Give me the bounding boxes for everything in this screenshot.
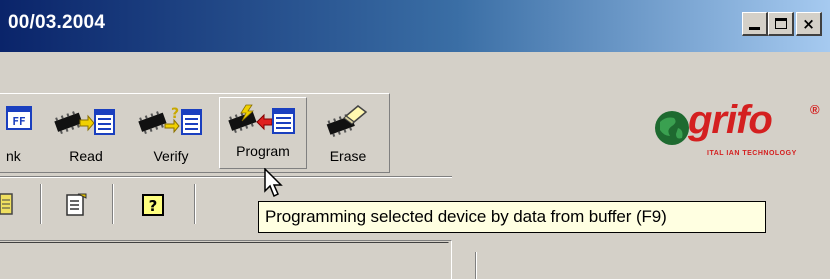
menu-bar (0, 52, 830, 90)
main-toolbar: FF nk Read ? Verify Program Erase (0, 93, 390, 173)
program-button[interactable]: Program (219, 97, 307, 169)
svg-text:?: ? (149, 197, 158, 215)
close-button[interactable]: × (796, 12, 822, 36)
panel-divider (475, 252, 477, 279)
bottom-panel-inner (0, 242, 449, 279)
grifo-logo: grifo ® ITAL IAN TECHNOLOGY (650, 98, 830, 170)
erase-button[interactable]: Erase (320, 100, 376, 170)
bottom-panel (0, 240, 452, 279)
logo-text: grifo (688, 98, 773, 142)
verify-button-label: Verify (153, 148, 189, 164)
caption-buttons: × (742, 12, 822, 36)
erase-button-label: Erase (329, 148, 367, 164)
verify-chip-icon: ? (138, 106, 202, 135)
close-icon: × (802, 14, 815, 33)
logo-registered: ® (810, 102, 820, 117)
minimize-button[interactable] (742, 12, 768, 36)
maximize-icon (774, 18, 787, 29)
svg-text:?: ? (171, 106, 179, 122)
edit-icon[interactable] (64, 192, 90, 218)
buffer-icon[interactable] (0, 192, 14, 216)
program-button-label: Program (236, 143, 290, 159)
svg-text:FF: FF (12, 115, 25, 128)
logo-globe-icon (655, 111, 689, 145)
minimize-icon (749, 26, 760, 30)
toolbar2-separator-3 (194, 184, 196, 224)
maximize-button[interactable] (768, 12, 794, 36)
read-chip-icon (54, 109, 115, 135)
help-icon[interactable]: ? (142, 194, 164, 216)
blank-button[interactable]: FF nk (0, 100, 36, 170)
title-bar: 00/03.2004 × (0, 0, 830, 52)
window-title: 00/03.2004 (8, 12, 106, 33)
erase-chip-icon (326, 105, 368, 137)
blank-buffer-icon: FF (6, 106, 32, 130)
program-chip-icon (228, 104, 295, 134)
toolbar-separator (0, 176, 452, 178)
toolbar2-separator-2 (112, 184, 114, 224)
mouse-cursor-icon (264, 168, 283, 198)
blank-button-label: nk (6, 148, 21, 164)
verify-button[interactable]: ? Verify (135, 100, 207, 170)
read-button-label: Read (69, 148, 103, 164)
toolbar2-separator-1 (40, 184, 42, 224)
tooltip: Programming selected device by data from… (258, 201, 766, 233)
logo-tagline: ITAL IAN TECHNOLOGY (707, 150, 797, 157)
read-button[interactable]: Read (52, 100, 120, 170)
